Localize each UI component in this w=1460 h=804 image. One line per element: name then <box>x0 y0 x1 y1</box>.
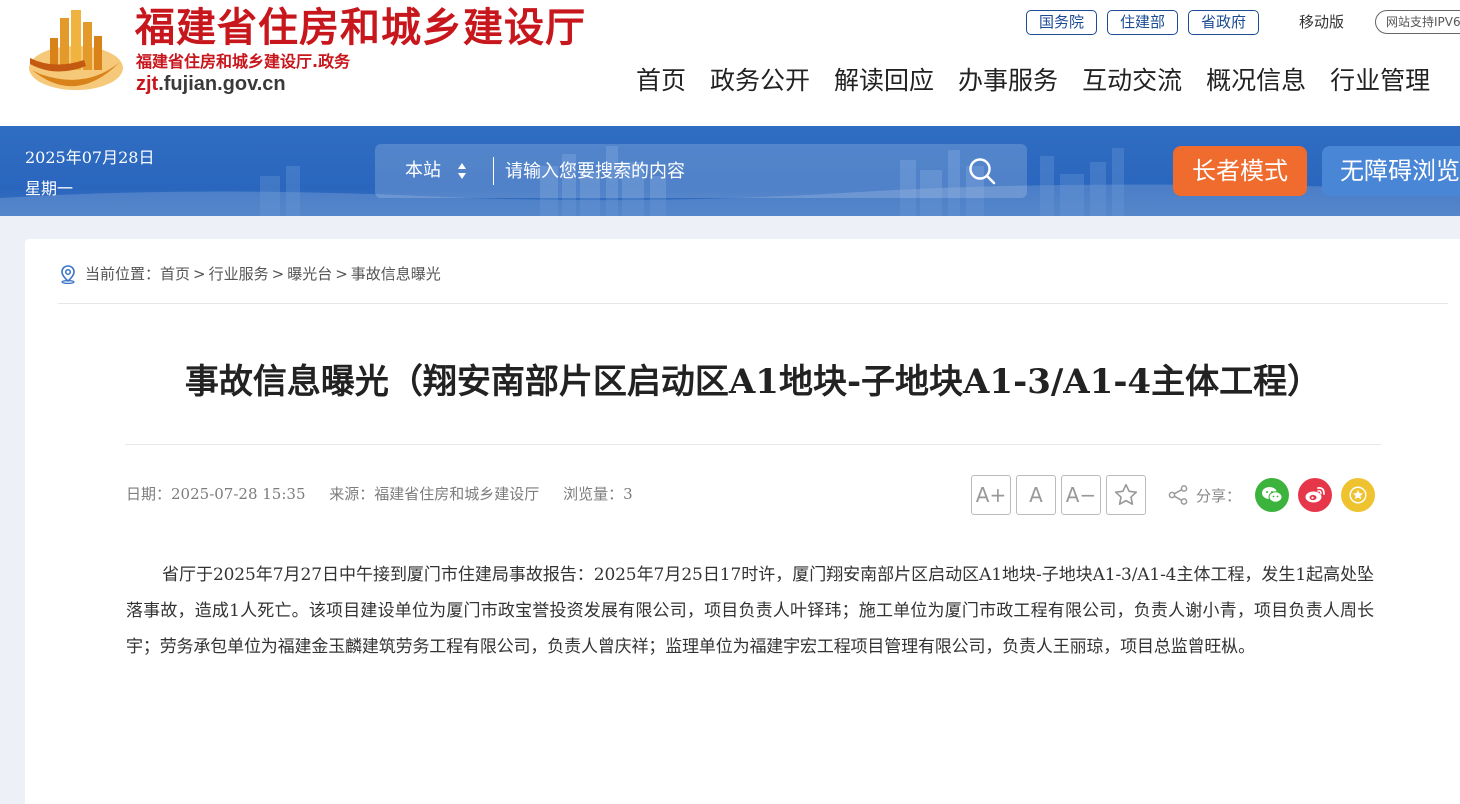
breadcrumb-exposure[interactable]: 曝光台 <box>287 262 332 286</box>
article-meta: 日期：2025-07-28 15:35 来源：福建省住房和城乡建设厅 浏览量：3 <box>126 482 652 506</box>
breadcrumb-divider <box>58 303 1448 304</box>
article-source: 来源：福建省住房和城乡建设厅 <box>329 485 539 503</box>
nav-overview[interactable]: 概况信息 <box>1206 62 1306 100</box>
top-link-mohurd[interactable]: 住建部 <box>1107 10 1179 35</box>
site-subtitle: 福建省住房和城乡建设厅.政务 <box>136 52 351 71</box>
views-value: 3 <box>623 485 633 503</box>
star-icon <box>1114 483 1138 506</box>
font-reset-button[interactable]: A <box>1016 475 1056 515</box>
share-wechat-button[interactable] <box>1255 478 1290 512</box>
search-divider <box>493 157 494 185</box>
location-pin-icon <box>61 265 75 284</box>
elder-mode-button[interactable]: 长者模式 <box>1173 146 1307 196</box>
search-bar: 本站 <box>375 144 1027 198</box>
share-label: 分享： <box>1196 486 1242 505</box>
weekday-text: 星期一 <box>25 179 74 198</box>
breadcrumb-label: 当前位置： <box>85 265 161 283</box>
publish-date: 日期：2025-07-28 15:35 <box>126 485 306 503</box>
nav-gov-affairs[interactable]: 政务公开 <box>710 62 810 100</box>
breadcrumb: 当前位置： 首页 > 行业服务 > 曝光台 > 事故信息曝光 <box>58 262 441 286</box>
main-nav: 首页 政务公开 解读回应 办事服务 互动交流 概况信息 行业管理 <box>636 62 1454 100</box>
date-label: 日期： <box>126 485 172 503</box>
article-title: 事故信息曝光（翔安南部片区启动区A1地块-子地块A1-3/A1-4主体工程） <box>184 362 1322 402</box>
current-date: 2025年07月28日 星期一 <box>25 142 154 204</box>
nav-industry[interactable]: 行业管理 <box>1330 62 1430 100</box>
nav-services[interactable]: 办事服务 <box>958 62 1058 100</box>
favorite-star-button[interactable] <box>1106 475 1146 515</box>
nav-home[interactable]: 首页 <box>636 62 686 100</box>
top-links: 国务院 住建部 省政府 <box>1026 10 1269 35</box>
site-url-prefix: zjt <box>136 73 159 95</box>
date-text: 2025年07月28日 <box>25 148 155 167</box>
wechat-icon <box>1262 487 1283 503</box>
site-url: zjt.fujian.gov.cn <box>136 72 286 96</box>
article-tools: A+ A A− 分享： <box>971 475 1384 515</box>
site-header: 福建省住房和城乡建设厅 福建省住房和城乡建设厅.政务 zjt.fujian.go… <box>0 0 1460 126</box>
search-input[interactable] <box>505 152 945 190</box>
breadcrumb-accident-exposure[interactable]: 事故信息曝光 <box>351 262 441 286</box>
font-increase-button[interactable]: A+ <box>971 475 1011 515</box>
ipv6-badge: 网站支持IPV6 <box>1375 10 1460 34</box>
views-label: 浏览量： <box>563 485 624 503</box>
article-card: 当前位置： 首页 > 行业服务 > 曝光台 > 事故信息曝光 事故信息曝光（翔安… <box>25 239 1460 804</box>
source-label: 来源： <box>329 485 375 503</box>
date-value: 2025-07-28 15:35 <box>171 485 306 503</box>
top-link-state-council[interactable]: 国务院 <box>1026 10 1098 35</box>
breadcrumb-industry-services[interactable]: 行业服务 <box>209 262 269 286</box>
site-title[interactable]: 福建省住房和城乡建设厅 <box>135 4 586 52</box>
search-icon[interactable] <box>967 156 997 186</box>
share-icon <box>1168 485 1188 505</box>
breadcrumb-separator: > <box>271 265 285 283</box>
weibo-icon <box>1305 486 1325 503</box>
search-banner: 2025年07月28日 星期一 本站 长者模式 无障碍浏览 <box>0 126 1460 216</box>
nav-interpretation[interactable]: 解读回应 <box>834 62 934 100</box>
mobile-version-link[interactable]: 移动版 <box>1299 10 1344 34</box>
accessible-browse-button[interactable]: 无障碍浏览 <box>1322 146 1460 196</box>
share-weibo-button[interactable] <box>1298 478 1333 512</box>
article-body: 省厅于2025年7月27日中午接到厦门市住建局事故报告：2025年7月25日17… <box>126 565 1374 657</box>
view-count: 浏览量：3 <box>563 485 633 503</box>
site-url-suffix: .fujian.gov.cn <box>158 73 286 95</box>
breadcrumb-separator: > <box>193 265 206 283</box>
nav-interaction[interactable]: 互动交流 <box>1082 62 1182 100</box>
breadcrumb-separator: > <box>335 265 348 283</box>
site-logo-icon[interactable] <box>26 8 126 98</box>
font-decrease-button[interactable]: A− <box>1061 475 1101 515</box>
share-favorite-button[interactable] <box>1341 478 1376 512</box>
top-link-provincial-gov[interactable]: 省政府 <box>1188 10 1260 35</box>
source-value: 福建省住房和城乡建设厅 <box>374 485 540 503</box>
star-icon <box>1349 486 1367 504</box>
sort-arrows-icon[interactable] <box>457 161 467 181</box>
search-scope-select[interactable]: 本站 <box>405 144 441 198</box>
title-divider <box>125 444 1381 445</box>
breadcrumb-home[interactable]: 首页 <box>160 262 190 286</box>
